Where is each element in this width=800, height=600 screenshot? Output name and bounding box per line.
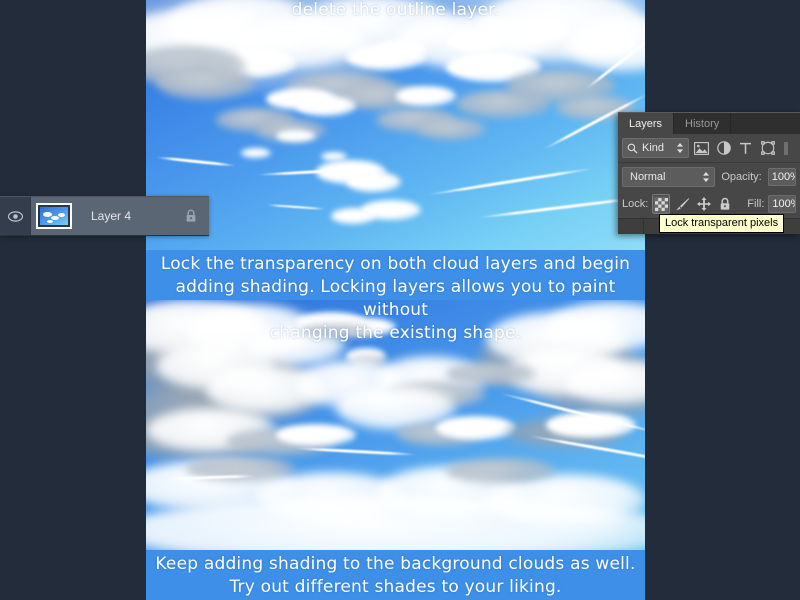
opacity-field[interactable]: 100%: [767, 167, 796, 186]
tooltip-lock-transparent-pixels: Lock transparent pixels: [659, 214, 785, 233]
caption-middle: Lock the transparency on both cloud laye…: [160, 254, 631, 343]
filter-kind-select[interactable]: Kind: [622, 138, 690, 158]
cloud-white: [146, 496, 645, 550]
cloud-white: [296, 96, 356, 116]
cloud-white: [346, 172, 401, 192]
cloud-white: [276, 424, 356, 446]
lock-image-pixels-button[interactable]: [674, 194, 691, 214]
blend-mode-row: Normal Opacity: 100%: [618, 163, 800, 190]
cloud-gray: [416, 118, 486, 140]
adjustment-layer-filter-icon[interactable]: [714, 138, 733, 158]
filter-kind-label: Kind: [642, 142, 665, 154]
caption-top: delete the outline layer.: [291, 0, 500, 20]
opacity-label: Opacity:: [721, 170, 762, 183]
panel-tab-strip: Layers History: [618, 113, 800, 134]
lock-transparent-pixels-button[interactable]: [652, 194, 670, 214]
search-icon: [627, 143, 638, 154]
cloud-white: [446, 30, 506, 52]
fill-label: Fill:: [747, 198, 765, 210]
layer-name[interactable]: Layer 4: [77, 197, 173, 235]
layer-row[interactable]: Layer 4: [0, 196, 209, 236]
layer-visibility-toggle[interactable]: [0, 197, 31, 235]
brush-icon: [675, 197, 690, 211]
smart-object-filter-icon[interactable]: [780, 138, 796, 158]
cloud-gray: [156, 66, 256, 100]
panel-layer-visibility-column: [618, 219, 644, 234]
layer-thumbnail-cloud: [58, 213, 65, 217]
eye-icon: [7, 210, 23, 222]
layer-lock-indicator[interactable]: [173, 197, 209, 235]
cloud-white: [376, 40, 426, 58]
lock-icon: [719, 197, 731, 211]
cloud-gray: [446, 362, 536, 386]
layer-thumbnail-cloud: [51, 216, 59, 220]
cloud-white: [396, 86, 456, 106]
layer-thumbnail: [36, 203, 72, 229]
cloud-white: [276, 130, 316, 142]
layer-thumbnail-cloud: [47, 220, 53, 223]
type-layer-filter-icon[interactable]: [736, 138, 755, 158]
layer-filter-row: Kind: [618, 134, 800, 163]
chevron-stepper-icon[interactable]: [702, 171, 710, 183]
lock-icon: [185, 209, 197, 223]
caption-bottom: Keep adding shading to the background cl…: [155, 554, 636, 597]
blend-mode-value: Normal: [630, 170, 666, 183]
tutorial-image: delete the outline layer. Lock the trans…: [146, 0, 645, 600]
lock-label: Lock:: [622, 198, 649, 210]
move-arrows-icon: [696, 197, 711, 211]
pixel-layer-filter-icon[interactable]: [692, 138, 711, 158]
cloud-white: [436, 416, 516, 440]
blend-mode-select[interactable]: Normal: [622, 166, 716, 187]
tab-strip-filler: [731, 113, 800, 134]
tab-history[interactable]: History: [674, 113, 732, 134]
sky-panel-top: [146, 0, 645, 250]
cloud-gray: [446, 458, 556, 484]
stepper-arrows-icon[interactable]: [676, 142, 684, 154]
tab-layers[interactable]: Layers: [618, 113, 675, 134]
cloud-white: [331, 208, 376, 224]
cloud-white: [241, 148, 271, 158]
lock-all-button[interactable]: [716, 194, 733, 214]
shape-layer-filter-icon[interactable]: [758, 138, 777, 158]
lock-position-button[interactable]: [695, 194, 712, 214]
fill-field[interactable]: 100%: [768, 195, 796, 213]
cloud-white: [576, 34, 636, 56]
layer-thumbnail-cell[interactable]: [31, 197, 77, 235]
cloud-white: [321, 152, 347, 161]
